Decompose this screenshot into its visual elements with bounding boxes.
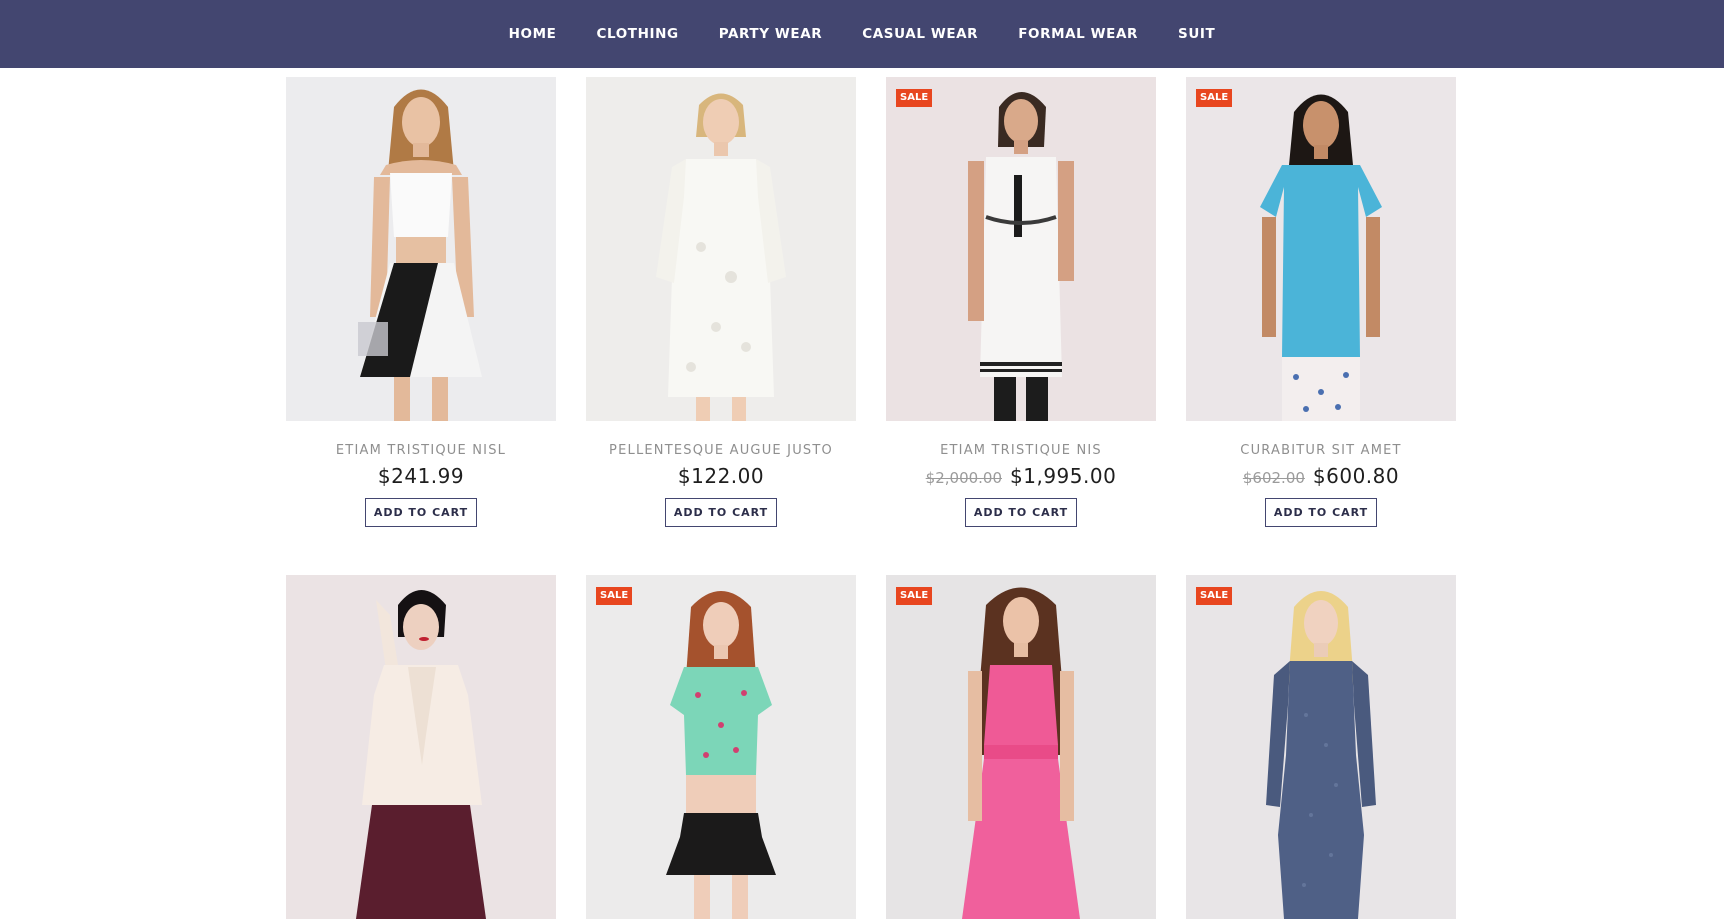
product-price: $600.80	[1312, 464, 1400, 488]
model-figure-image	[286, 77, 556, 421]
model-figure-image	[1186, 77, 1456, 421]
nav-menu: HOME CLOTHING PARTY WEAR CASUAL WEAR FOR…	[489, 26, 1236, 42]
nav-item-casual-wear[interactable]: CASUAL WEAR	[842, 26, 998, 42]
product-card: SALE	[586, 575, 856, 919]
add-to-cart-button[interactable]: ADD TO CART	[1264, 498, 1378, 527]
product-price: $1,995.00	[1010, 464, 1117, 488]
model-figure-image	[886, 77, 1156, 421]
nav-item-suit[interactable]: SUIT	[1158, 26, 1235, 42]
original-price: $2,000.00	[925, 469, 1003, 487]
product-name[interactable]: CURABITUR SIT AMET	[1240, 443, 1401, 458]
price-row: $122.00	[678, 464, 764, 488]
product-image[interactable]	[286, 575, 556, 919]
sale-badge: SALE	[596, 587, 633, 605]
product-image[interactable]: SALE	[586, 575, 856, 919]
sale-badge: SALE	[896, 587, 933, 605]
product-grid: ETIAM TRISTIQUE NISL $241.99 ADD TO CART	[286, 77, 1456, 919]
product-card: SALE	[1186, 575, 1456, 919]
add-to-cart-button[interactable]: ADD TO CART	[664, 498, 778, 527]
add-to-cart-button[interactable]: ADD TO CART	[364, 498, 478, 527]
product-card: SALE CURABITUR SIT AMET $602.00 $600.80 …	[1186, 77, 1456, 527]
product-price: $122.00	[677, 464, 765, 488]
model-figure-image	[286, 575, 556, 919]
sale-badge: SALE	[1196, 587, 1233, 605]
main-navigation: HOME CLOTHING PARTY WEAR CASUAL WEAR FOR…	[0, 0, 1724, 68]
add-to-cart-button[interactable]: ADD TO CART	[964, 498, 1078, 527]
model-figure-image	[586, 77, 856, 421]
model-figure-image	[886, 575, 1156, 919]
nav-item-clothing[interactable]: CLOTHING	[576, 26, 698, 42]
product-image[interactable]	[286, 77, 556, 421]
product-card: SALE	[886, 575, 1156, 919]
product-card: SALE ETIAM TRISTIQUE NIS $2,000.00 $1,99…	[886, 77, 1156, 527]
product-name[interactable]: ETIAM TRISTIQUE NISL	[336, 443, 506, 458]
price-row: $602.00 $600.80	[1243, 464, 1399, 488]
product-image[interactable]: SALE	[886, 575, 1156, 919]
model-figure-image	[1186, 575, 1456, 919]
product-image[interactable]: SALE	[1186, 575, 1456, 919]
product-image[interactable]	[586, 77, 856, 421]
model-figure-image	[586, 575, 856, 919]
product-price: $241.99	[377, 464, 465, 488]
original-price: $602.00	[1242, 469, 1305, 487]
sale-badge: SALE	[896, 89, 933, 107]
sale-badge: SALE	[1196, 89, 1233, 107]
product-name[interactable]: PELLENTESQUE AUGUE JUSTO	[609, 443, 833, 458]
product-card: ETIAM TRISTIQUE NISL $241.99 ADD TO CART	[286, 77, 556, 527]
price-row: $241.99	[378, 464, 464, 488]
product-card	[286, 575, 556, 919]
nav-item-formal-wear[interactable]: FORMAL WEAR	[998, 26, 1158, 42]
price-row: $2,000.00 $1,995.00	[926, 464, 1117, 488]
nav-item-party-wear[interactable]: PARTY WEAR	[699, 26, 843, 42]
product-image[interactable]: SALE	[1186, 77, 1456, 421]
nav-item-home[interactable]: HOME	[489, 26, 577, 42]
product-image[interactable]: SALE	[886, 77, 1156, 421]
product-name[interactable]: ETIAM TRISTIQUE NIS	[940, 443, 1102, 458]
product-card: PELLENTESQUE AUGUE JUSTO $122.00 ADD TO …	[586, 77, 856, 527]
